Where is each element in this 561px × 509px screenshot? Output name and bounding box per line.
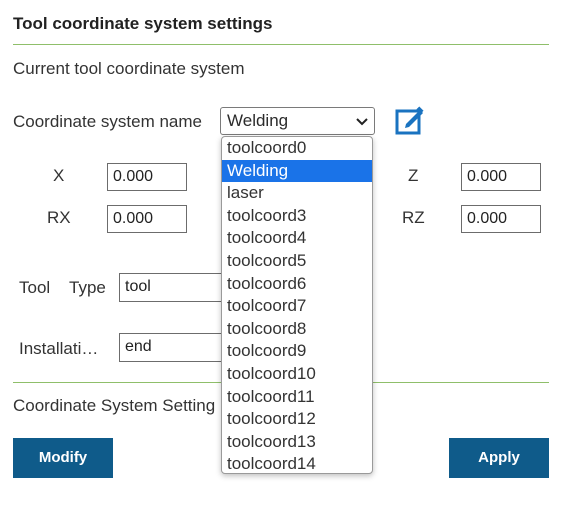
installation-label: Installati… — [19, 339, 99, 358]
z-input[interactable]: 0.000 — [461, 163, 541, 191]
dropdown-option[interactable]: toolcoord5 — [222, 250, 372, 273]
rx-input[interactable]: 0.000 — [107, 205, 187, 233]
dropdown-option[interactable]: toolcoord4 — [222, 227, 372, 250]
apply-button[interactable]: Apply — [449, 438, 549, 478]
rx-label: RX — [47, 208, 71, 227]
dropdown-option[interactable]: toolcoord11 — [222, 386, 372, 409]
coordinate-settings-label: Coordinate System Setting — [13, 396, 216, 415]
dropdown-option[interactable]: laser — [222, 182, 372, 205]
x-label: X — [53, 166, 65, 185]
coordinate-system-select[interactable]: Welding — [220, 107, 375, 135]
title-divider — [13, 44, 549, 45]
z-label: Z — [408, 166, 419, 185]
tool-coordinate-panel: Tool coordinate system settings Current … — [0, 0, 561, 509]
page-title: Tool coordinate system settings — [13, 14, 273, 33]
dropdown-option[interactable]: toolcoord7 — [222, 295, 372, 318]
dropdown-option[interactable]: toolcoord10 — [222, 363, 372, 386]
modify-button[interactable]: Modify — [13, 438, 113, 478]
current-tool-subtitle: Current tool coordinate system — [13, 59, 245, 78]
installation-select[interactable]: end — [119, 333, 229, 362]
dropdown-option[interactable]: toolcoord3 — [222, 205, 372, 228]
dropdown-option[interactable]: toolcoord8 — [222, 318, 372, 341]
dropdown-option[interactable]: toolcoord0 — [222, 137, 372, 160]
rz-label: RZ — [402, 208, 425, 227]
type-select[interactable]: tool — [119, 273, 229, 302]
coordinate-name-label: Coordinate system name — [13, 112, 202, 131]
edit-icon[interactable] — [394, 105, 426, 137]
type-label: Type — [69, 278, 106, 297]
x-input[interactable]: 0.000 — [107, 163, 187, 191]
coordinate-system-dropdown[interactable]: toolcoord0 Welding laser toolcoord3 toolcoor… — [221, 136, 373, 474]
dropdown-option[interactable]: toolcoord14 — [222, 453, 372, 473]
tool-label: Tool — [19, 278, 51, 297]
coordinate-system-selected-value: Welding — [227, 111, 289, 130]
dropdown-option[interactable]: toolcoord9 — [222, 340, 372, 363]
dropdown-option[interactable]: toolcoord13 — [222, 431, 372, 454]
dropdown-option[interactable]: toolcoord12 — [222, 408, 372, 431]
dropdown-option[interactable]: Welding — [222, 159, 372, 183]
dropdown-option[interactable]: toolcoord6 — [222, 273, 372, 296]
chevron-down-icon — [356, 118, 368, 126]
rz-input[interactable]: 0.000 — [461, 205, 541, 233]
